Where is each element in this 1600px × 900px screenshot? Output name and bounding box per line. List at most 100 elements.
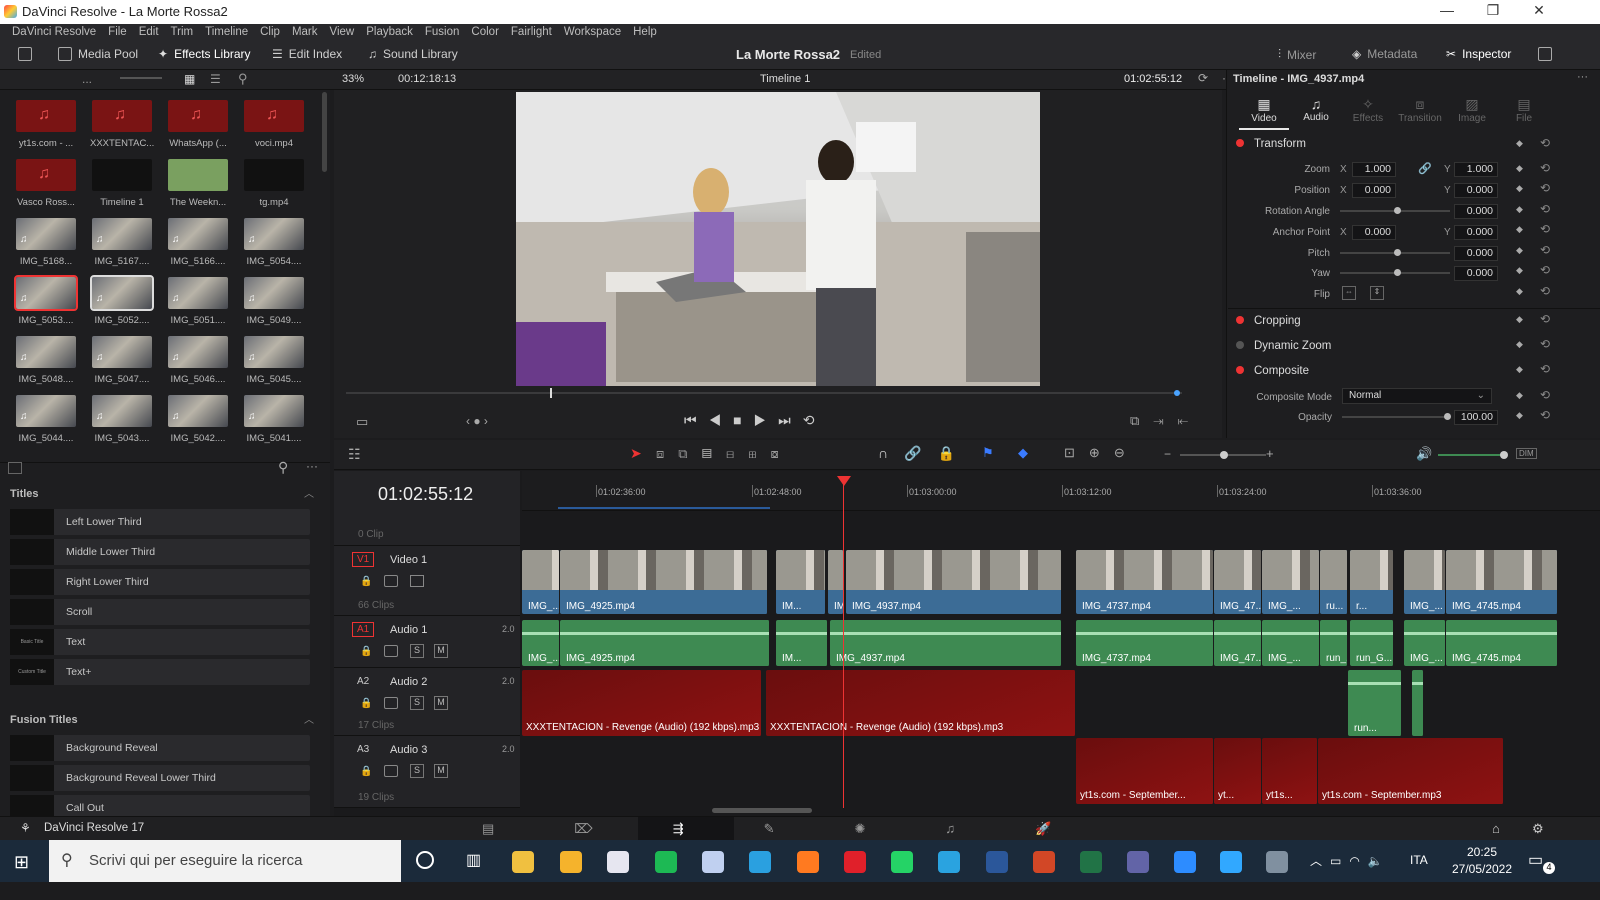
layout-toggle-icon[interactable] — [18, 47, 32, 61]
menu-help[interactable]: Help — [627, 24, 663, 42]
audio-clip[interactable]: IMG_4745.mp4 — [1446, 620, 1558, 666]
media-thumbnail[interactable] — [168, 395, 228, 427]
language-indicator[interactable]: ITA — [1410, 853, 1428, 867]
audio-clip[interactable]: run_G... — [1350, 620, 1394, 666]
excel-icon[interactable] — [1080, 851, 1102, 873]
lock-icon[interactable]: 🔒 — [360, 698, 372, 709]
telegram-icon[interactable] — [938, 851, 960, 873]
menu-view[interactable]: View — [324, 24, 361, 42]
file-explorer-icon[interactable] — [512, 851, 534, 873]
title-item[interactable]: Right Lower Third — [10, 569, 310, 595]
opera-icon[interactable] — [844, 851, 866, 873]
prev-edit-icon[interactable]: ⇤ — [1178, 413, 1202, 428]
music-clip[interactable]: XXXTENTACION - Revenge (Audio) (192 kbps… — [766, 670, 1076, 736]
keyframe-icon[interactable]: ◆ — [1516, 390, 1523, 401]
solo-button[interactable]: S — [410, 764, 424, 778]
video-clip[interactable]: IMG_... — [522, 550, 560, 614]
audio-clip[interactable]: IMG_... — [522, 620, 560, 666]
media-thumbnail[interactable] — [92, 159, 152, 191]
inspector-tab-file[interactable]: ▤ File — [1497, 96, 1551, 124]
fusion-title-item[interactable]: Background Reveal — [10, 735, 310, 761]
video-clip[interactable]: IMG_47... — [1214, 550, 1262, 614]
timeline-scrollbar[interactable] — [712, 808, 812, 813]
minimize-button[interactable]: — — [1424, 2, 1470, 22]
viewer-scrubber[interactable] — [346, 392, 1182, 394]
music-clip[interactable]: yt1s... — [1262, 738, 1318, 804]
close-button[interactable]: ✕ — [1516, 2, 1562, 22]
auto-select-icon[interactable] — [384, 645, 398, 657]
solo-button[interactable]: S — [410, 644, 424, 658]
zoom-y-field[interactable]: 1.000 — [1454, 162, 1498, 177]
reset-icon[interactable]: ⟲ — [1540, 408, 1550, 422]
fairlight-page-icon[interactable]: ♫ — [945, 821, 1035, 836]
teams-icon[interactable] — [1127, 851, 1149, 873]
reset-icon[interactable]: ⟲ — [1540, 388, 1550, 402]
windows-start-icon[interactable]: ⊞ — [14, 852, 29, 873]
media-thumbnail[interactable] — [92, 218, 152, 250]
page-tabs[interactable]: ▤⌦⇶✎✺♫🚀 — [482, 821, 1131, 837]
media-thumbnail[interactable] — [244, 395, 304, 427]
stop-icon[interactable]: ■ — [733, 412, 753, 428]
thumb-size-slider[interactable] — [120, 77, 162, 79]
track-id[interactable]: A2 — [352, 674, 374, 689]
zoom-in-icon[interactable]: + — [1266, 446, 1274, 461]
panel-toggle-icon[interactable] — [8, 462, 22, 474]
menu-edit[interactable]: Edit — [133, 24, 165, 42]
video-clip[interactable]: IMG_4925.mp4 — [560, 550, 768, 614]
effects-options-icon[interactable]: ··· — [306, 459, 318, 473]
home-icon[interactable]: ⌂ — [1492, 821, 1500, 836]
keyframe-icon[interactable]: ◆ — [1516, 183, 1523, 194]
collapse-titles-icon[interactable]: ︿ — [304, 485, 314, 500]
edit-tools[interactable]: ⧈⧉▤⊟⊞⧇ — [656, 446, 793, 462]
video-clip[interactable]: IMG_4745.mp4 — [1446, 550, 1558, 614]
audio-clip[interactable]: IM... — [776, 620, 828, 666]
volume-slider[interactable] — [1438, 451, 1508, 459]
viewer-layout-icon[interactable]: ▭ — [356, 414, 368, 430]
video-clip[interactable]: IMG_4937.mp4 — [846, 550, 1062, 614]
keyframe-icon[interactable]: ◆ — [1516, 245, 1523, 256]
video-clip[interactable]: IM... — [776, 550, 826, 614]
zoom-level[interactable]: 33% — [342, 73, 364, 85]
track-name[interactable]: Video 1 — [390, 554, 427, 566]
audio-clip[interactable]: run... — [1348, 670, 1402, 736]
volume-icon[interactable]: 🔊 — [1416, 446, 1432, 462]
edit-index-button[interactable]: ☰ Edit Index — [272, 47, 342, 61]
clock-date[interactable]: 27/05/2022 — [1444, 862, 1520, 876]
network-icon[interactable]: ◠ — [1349, 854, 1367, 868]
zoom-full-icon[interactable]: ⊡ — [1064, 445, 1089, 460]
dynamic-zoom-dot-icon[interactable] — [1236, 341, 1244, 349]
media-thumbnail[interactable] — [168, 277, 228, 309]
keyframe-icon[interactable]: ◆ — [1516, 364, 1523, 375]
video-clip[interactable]: r... — [1350, 550, 1394, 614]
menu-mark[interactable]: Mark — [286, 24, 324, 42]
dynamic-trim-icon[interactable]: ⧉ — [678, 446, 701, 461]
track-name[interactable]: Audio 2 — [390, 676, 427, 688]
play-reverse-icon[interactable]: ◀ — [709, 412, 734, 428]
search-icon[interactable]: ⚲ — [238, 71, 248, 87]
track-header-a1[interactable]: A1 Audio 1 2.0 🔒 S M — [334, 616, 520, 668]
video-clip[interactable]: IMG_4737.mp4 — [1076, 550, 1214, 614]
reset-icon[interactable]: ⟲ — [1540, 312, 1550, 326]
more-icon[interactable]: ... — [82, 72, 92, 86]
dim-button[interactable]: DIM — [1516, 448, 1537, 459]
menu-trim[interactable]: Trim — [165, 24, 200, 42]
disable-track-icon[interactable] — [410, 575, 424, 587]
zoom-detail-icon[interactable]: ⊕ — [1089, 445, 1114, 460]
zoom-custom-icon[interactable]: ⊖ — [1114, 445, 1139, 460]
reset-icon[interactable]: ⟲ — [1540, 222, 1550, 236]
media-thumbnail[interactable] — [90, 275, 154, 311]
auto-select-icon[interactable] — [384, 765, 398, 777]
overwrite-clip-icon[interactable]: ⊞ — [748, 446, 770, 461]
inspector-tab-transition[interactable]: ⧈ Transition — [1393, 96, 1447, 124]
rotation-slider-handle[interactable] — [1394, 207, 1401, 214]
media-thumbnail[interactable] — [244, 336, 304, 368]
linked-selection-icon[interactable]: 🔗 — [904, 445, 937, 461]
collapse-fusion-icon[interactable]: ︿ — [304, 711, 314, 726]
paint-icon[interactable] — [702, 851, 724, 873]
volume-handle[interactable] — [1500, 451, 1508, 459]
media-pool-scrollbar[interactable] — [322, 92, 327, 172]
edge-canary-icon[interactable] — [560, 851, 582, 873]
lock-icon[interactable]: 🔒 — [360, 576, 372, 587]
sound-library-button[interactable]: ♫ Sound Library — [368, 47, 458, 61]
whatsapp-icon[interactable] — [891, 851, 913, 873]
